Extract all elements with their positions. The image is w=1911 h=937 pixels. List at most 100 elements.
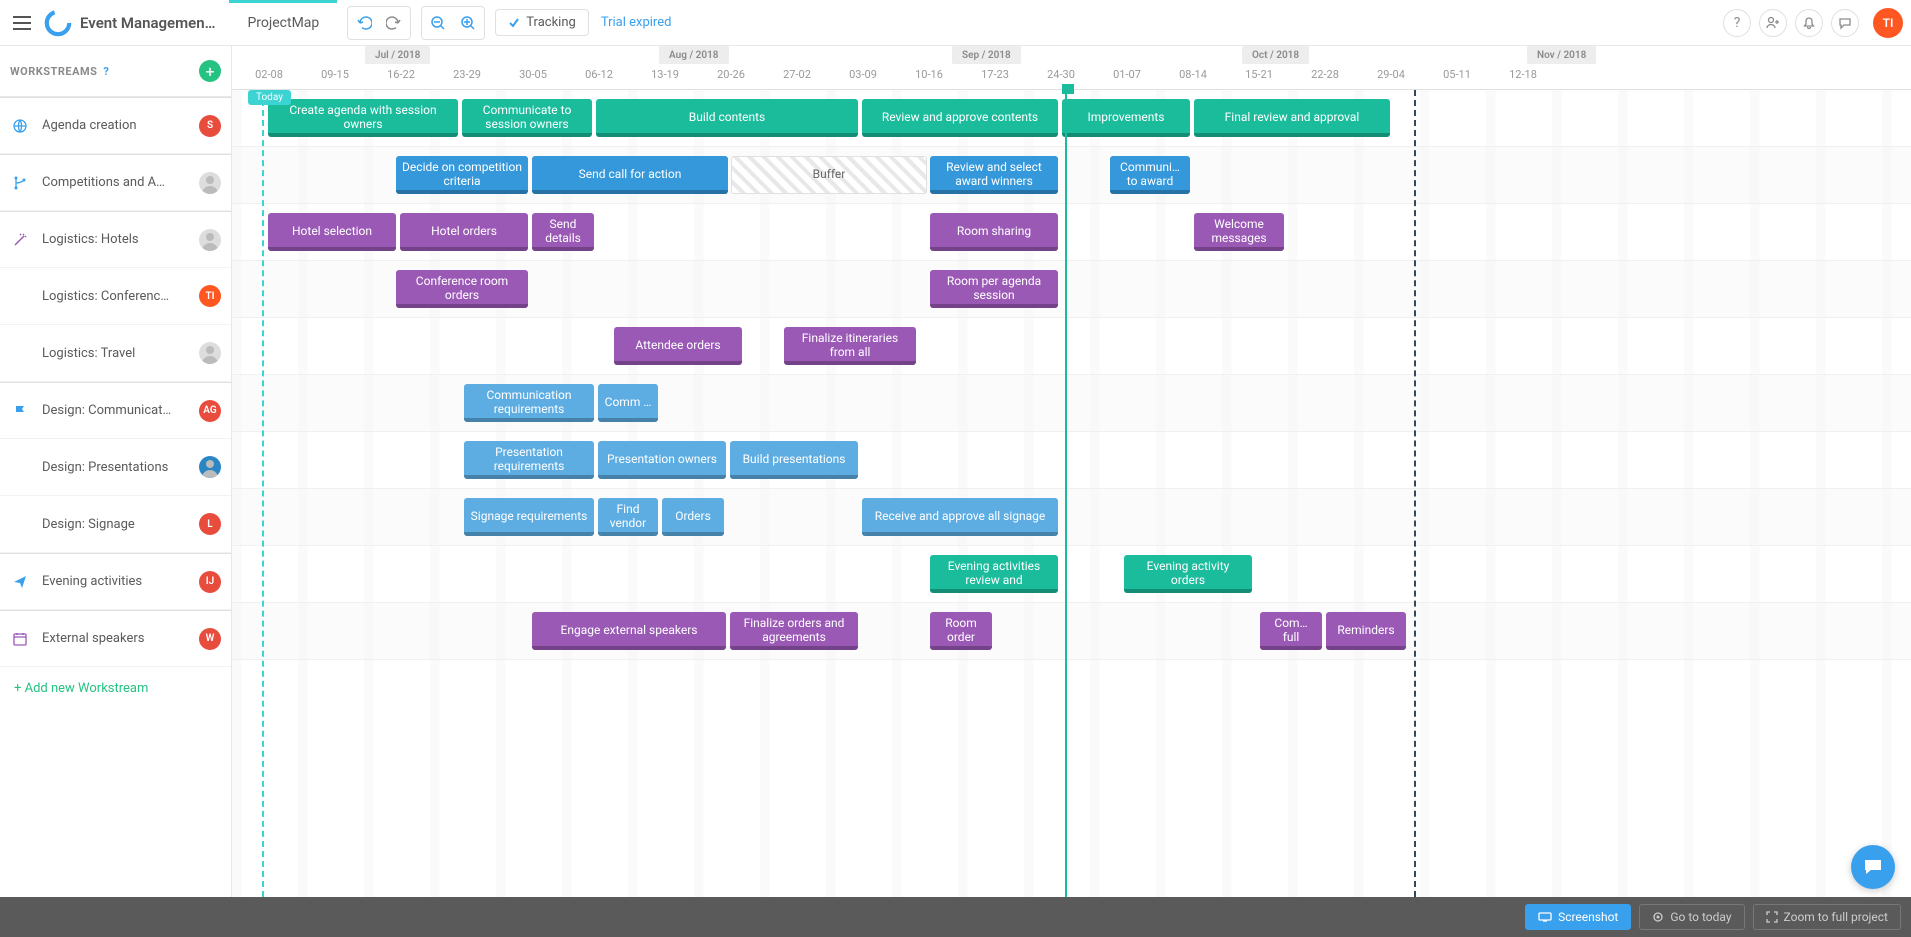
task-bar[interactable]: Room per agenda session bbox=[930, 270, 1058, 308]
today-badge[interactable]: Today bbox=[248, 90, 291, 105]
task-bar[interactable]: Com… full bbox=[1260, 612, 1322, 650]
workstream-avatar[interactable] bbox=[199, 342, 221, 364]
workstream-row[interactable]: External speakers W bbox=[0, 610, 231, 667]
trial-expired-link[interactable]: Trial expired bbox=[601, 15, 672, 30]
gantt-row bbox=[232, 603, 1911, 660]
week-label: 23-29 bbox=[434, 68, 500, 81]
workstream-row[interactable]: Design: SignageL bbox=[0, 496, 231, 553]
task-bar[interactable]: Decide on competition criteria bbox=[396, 156, 528, 194]
task-bar[interactable]: Presentation owners bbox=[598, 441, 726, 479]
bell-icon[interactable] bbox=[1795, 9, 1823, 37]
task-bar[interactable]: Room order bbox=[930, 612, 992, 650]
branch-icon bbox=[10, 175, 30, 191]
tracking-button[interactable]: Tracking bbox=[495, 9, 589, 36]
go-today-button[interactable]: Go to today bbox=[1639, 904, 1744, 930]
hamburger-icon[interactable] bbox=[8, 9, 36, 37]
chat-icon bbox=[1862, 856, 1884, 878]
task-bar[interactable]: Welcome messages bbox=[1194, 213, 1284, 251]
timeline[interactable]: Jul / 2018Aug / 2018Sep / 2018Oct / 2018… bbox=[232, 46, 1911, 897]
task-bar[interactable]: Review and approve contents bbox=[862, 99, 1058, 137]
task-bar[interactable]: Send call for action bbox=[532, 156, 728, 194]
workstream-avatar[interactable] bbox=[199, 229, 221, 251]
task-bar[interactable]: Communication requirements bbox=[464, 384, 594, 422]
workstream-row[interactable]: Design: Communicat… AG bbox=[0, 382, 231, 439]
week-label: 08-14 bbox=[1160, 68, 1226, 81]
workstream-label: Evening activities bbox=[42, 574, 187, 589]
workstream-row[interactable]: Logistics: Conferenc…TI bbox=[0, 268, 231, 325]
task-bar[interactable]: Conference room orders bbox=[396, 270, 528, 308]
week-label: 01-07 bbox=[1094, 68, 1160, 81]
workstream-row[interactable]: Competitions and A… bbox=[0, 154, 231, 211]
help-icon[interactable]: ? bbox=[103, 65, 109, 78]
task-bar[interactable]: Build presentations bbox=[730, 441, 858, 479]
task-bar[interactable]: Receive and approve all signage bbox=[862, 498, 1058, 536]
zoom-in-icon[interactable] bbox=[456, 11, 480, 35]
send-icon bbox=[10, 574, 30, 590]
workstream-avatar[interactable]: W bbox=[199, 628, 221, 650]
workstream-avatar[interactable]: S bbox=[199, 115, 221, 137]
workstream-label: Design: Presentations bbox=[42, 460, 187, 475]
workstream-avatar[interactable] bbox=[199, 172, 221, 194]
workstream-label: External speakers bbox=[42, 631, 187, 646]
globe-icon bbox=[10, 118, 30, 134]
task-bar[interactable]: Presentation requirements bbox=[464, 441, 594, 479]
zoom-out-icon[interactable] bbox=[426, 11, 450, 35]
workstream-row[interactable]: Logistics: Hotels bbox=[0, 211, 231, 268]
workstream-row[interactable]: Logistics: Travel bbox=[0, 325, 231, 382]
flag-icon bbox=[10, 403, 30, 419]
comment-icon[interactable] bbox=[1831, 9, 1859, 37]
workstream-row[interactable]: Design: Presentations bbox=[0, 439, 231, 496]
task-bar[interactable]: Hotel selection bbox=[268, 213, 396, 251]
undo-icon[interactable] bbox=[352, 11, 376, 35]
redo-icon[interactable] bbox=[382, 11, 406, 35]
task-bar[interactable]: Create agenda with session owners bbox=[268, 99, 458, 137]
chat-button[interactable] bbox=[1851, 845, 1895, 889]
task-bar[interactable]: Buffer bbox=[731, 156, 927, 194]
task-bar[interactable]: Hotel orders bbox=[400, 213, 528, 251]
add-workstream-button[interactable]: + bbox=[199, 60, 221, 82]
task-bar[interactable]: Finalize itineraries from all bbox=[784, 327, 916, 365]
help-icon[interactable]: ? bbox=[1723, 9, 1751, 37]
task-bar[interactable]: Orders bbox=[662, 498, 724, 536]
task-bar[interactable]: Comm … bbox=[598, 384, 658, 422]
tracking-label: Tracking bbox=[526, 15, 576, 30]
task-bar[interactable]: Attendee orders bbox=[614, 327, 742, 365]
invite-icon[interactable] bbox=[1759, 9, 1787, 37]
task-bar[interactable]: Reminders bbox=[1326, 612, 1406, 650]
workstream-label: Design: Communicat… bbox=[42, 403, 187, 418]
task-bar[interactable]: Communicate to session owners bbox=[462, 99, 592, 137]
task-bar[interactable]: Evening activity orders bbox=[1124, 555, 1252, 593]
task-bar[interactable]: Send details bbox=[532, 213, 594, 251]
tab-projectmap[interactable]: ProjectMap bbox=[229, 0, 337, 46]
task-bar[interactable]: Improvements bbox=[1062, 99, 1190, 137]
task-bar[interactable]: Finalize orders and agreements bbox=[730, 612, 858, 650]
project-title[interactable]: Event Managemen… bbox=[80, 14, 215, 32]
target-icon bbox=[1652, 911, 1664, 923]
task-bar[interactable]: Evening activities review and bbox=[930, 555, 1058, 593]
task-bar[interactable]: Review and select award winners bbox=[930, 156, 1058, 194]
project-end-line bbox=[1414, 90, 1416, 897]
workstream-row[interactable]: Evening activities IJ bbox=[0, 553, 231, 610]
user-avatar[interactable]: TI bbox=[1873, 8, 1903, 38]
task-bar[interactable]: Signage requirements bbox=[464, 498, 594, 536]
workstream-avatar[interactable]: L bbox=[199, 513, 221, 535]
milestone-flag-icon[interactable] bbox=[1062, 84, 1074, 94]
week-label: 29-04 bbox=[1358, 68, 1424, 81]
week-label: 22-28 bbox=[1292, 68, 1358, 81]
app-logo[interactable] bbox=[42, 7, 74, 39]
workstream-avatar[interactable]: TI bbox=[199, 285, 221, 307]
zoom-full-button[interactable]: Zoom to full project bbox=[1753, 904, 1901, 930]
workstream-row[interactable]: Agenda creationS bbox=[0, 97, 231, 154]
task-bar[interactable]: Communi… to award bbox=[1110, 156, 1190, 194]
task-bar[interactable]: Engage external speakers bbox=[532, 612, 726, 650]
workstream-avatar[interactable]: AG bbox=[199, 400, 221, 422]
task-bar[interactable]: Final review and approval bbox=[1194, 99, 1390, 137]
task-bar[interactable]: Room sharing bbox=[930, 213, 1058, 251]
task-bar[interactable]: Build contents bbox=[596, 99, 858, 137]
add-workstream-link[interactable]: + Add new Workstream bbox=[0, 667, 231, 710]
workstream-avatar[interactable]: IJ bbox=[199, 571, 221, 593]
task-bar[interactable]: Find vendor bbox=[598, 498, 658, 536]
workstream-avatar[interactable] bbox=[199, 456, 221, 478]
screenshot-button[interactable]: Screenshot bbox=[1525, 904, 1631, 930]
gantt-row bbox=[232, 546, 1911, 603]
